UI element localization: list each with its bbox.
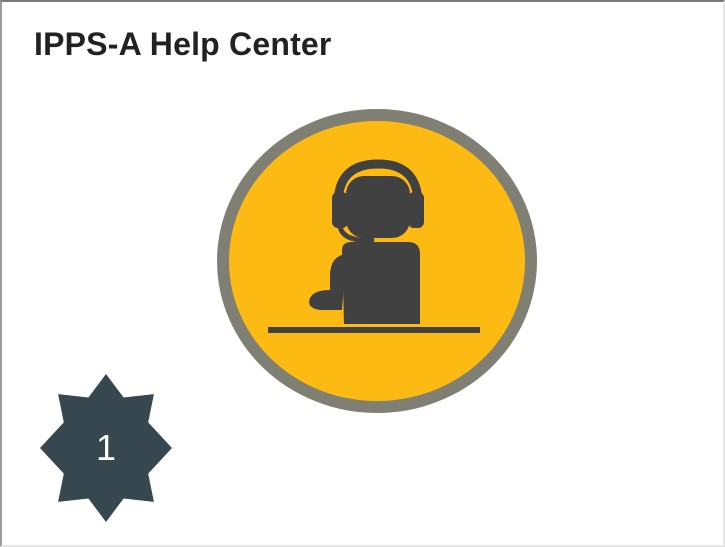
step-number: 1: [95, 427, 117, 468]
customer-support-headset-icon: [217, 109, 537, 413]
help-center-tile[interactable]: IPPS-A Help Center 1: [0, 0, 725, 547]
step-callout-badge: 1: [40, 374, 172, 522]
tile-title: IPPS-A Help Center: [34, 26, 332, 62]
